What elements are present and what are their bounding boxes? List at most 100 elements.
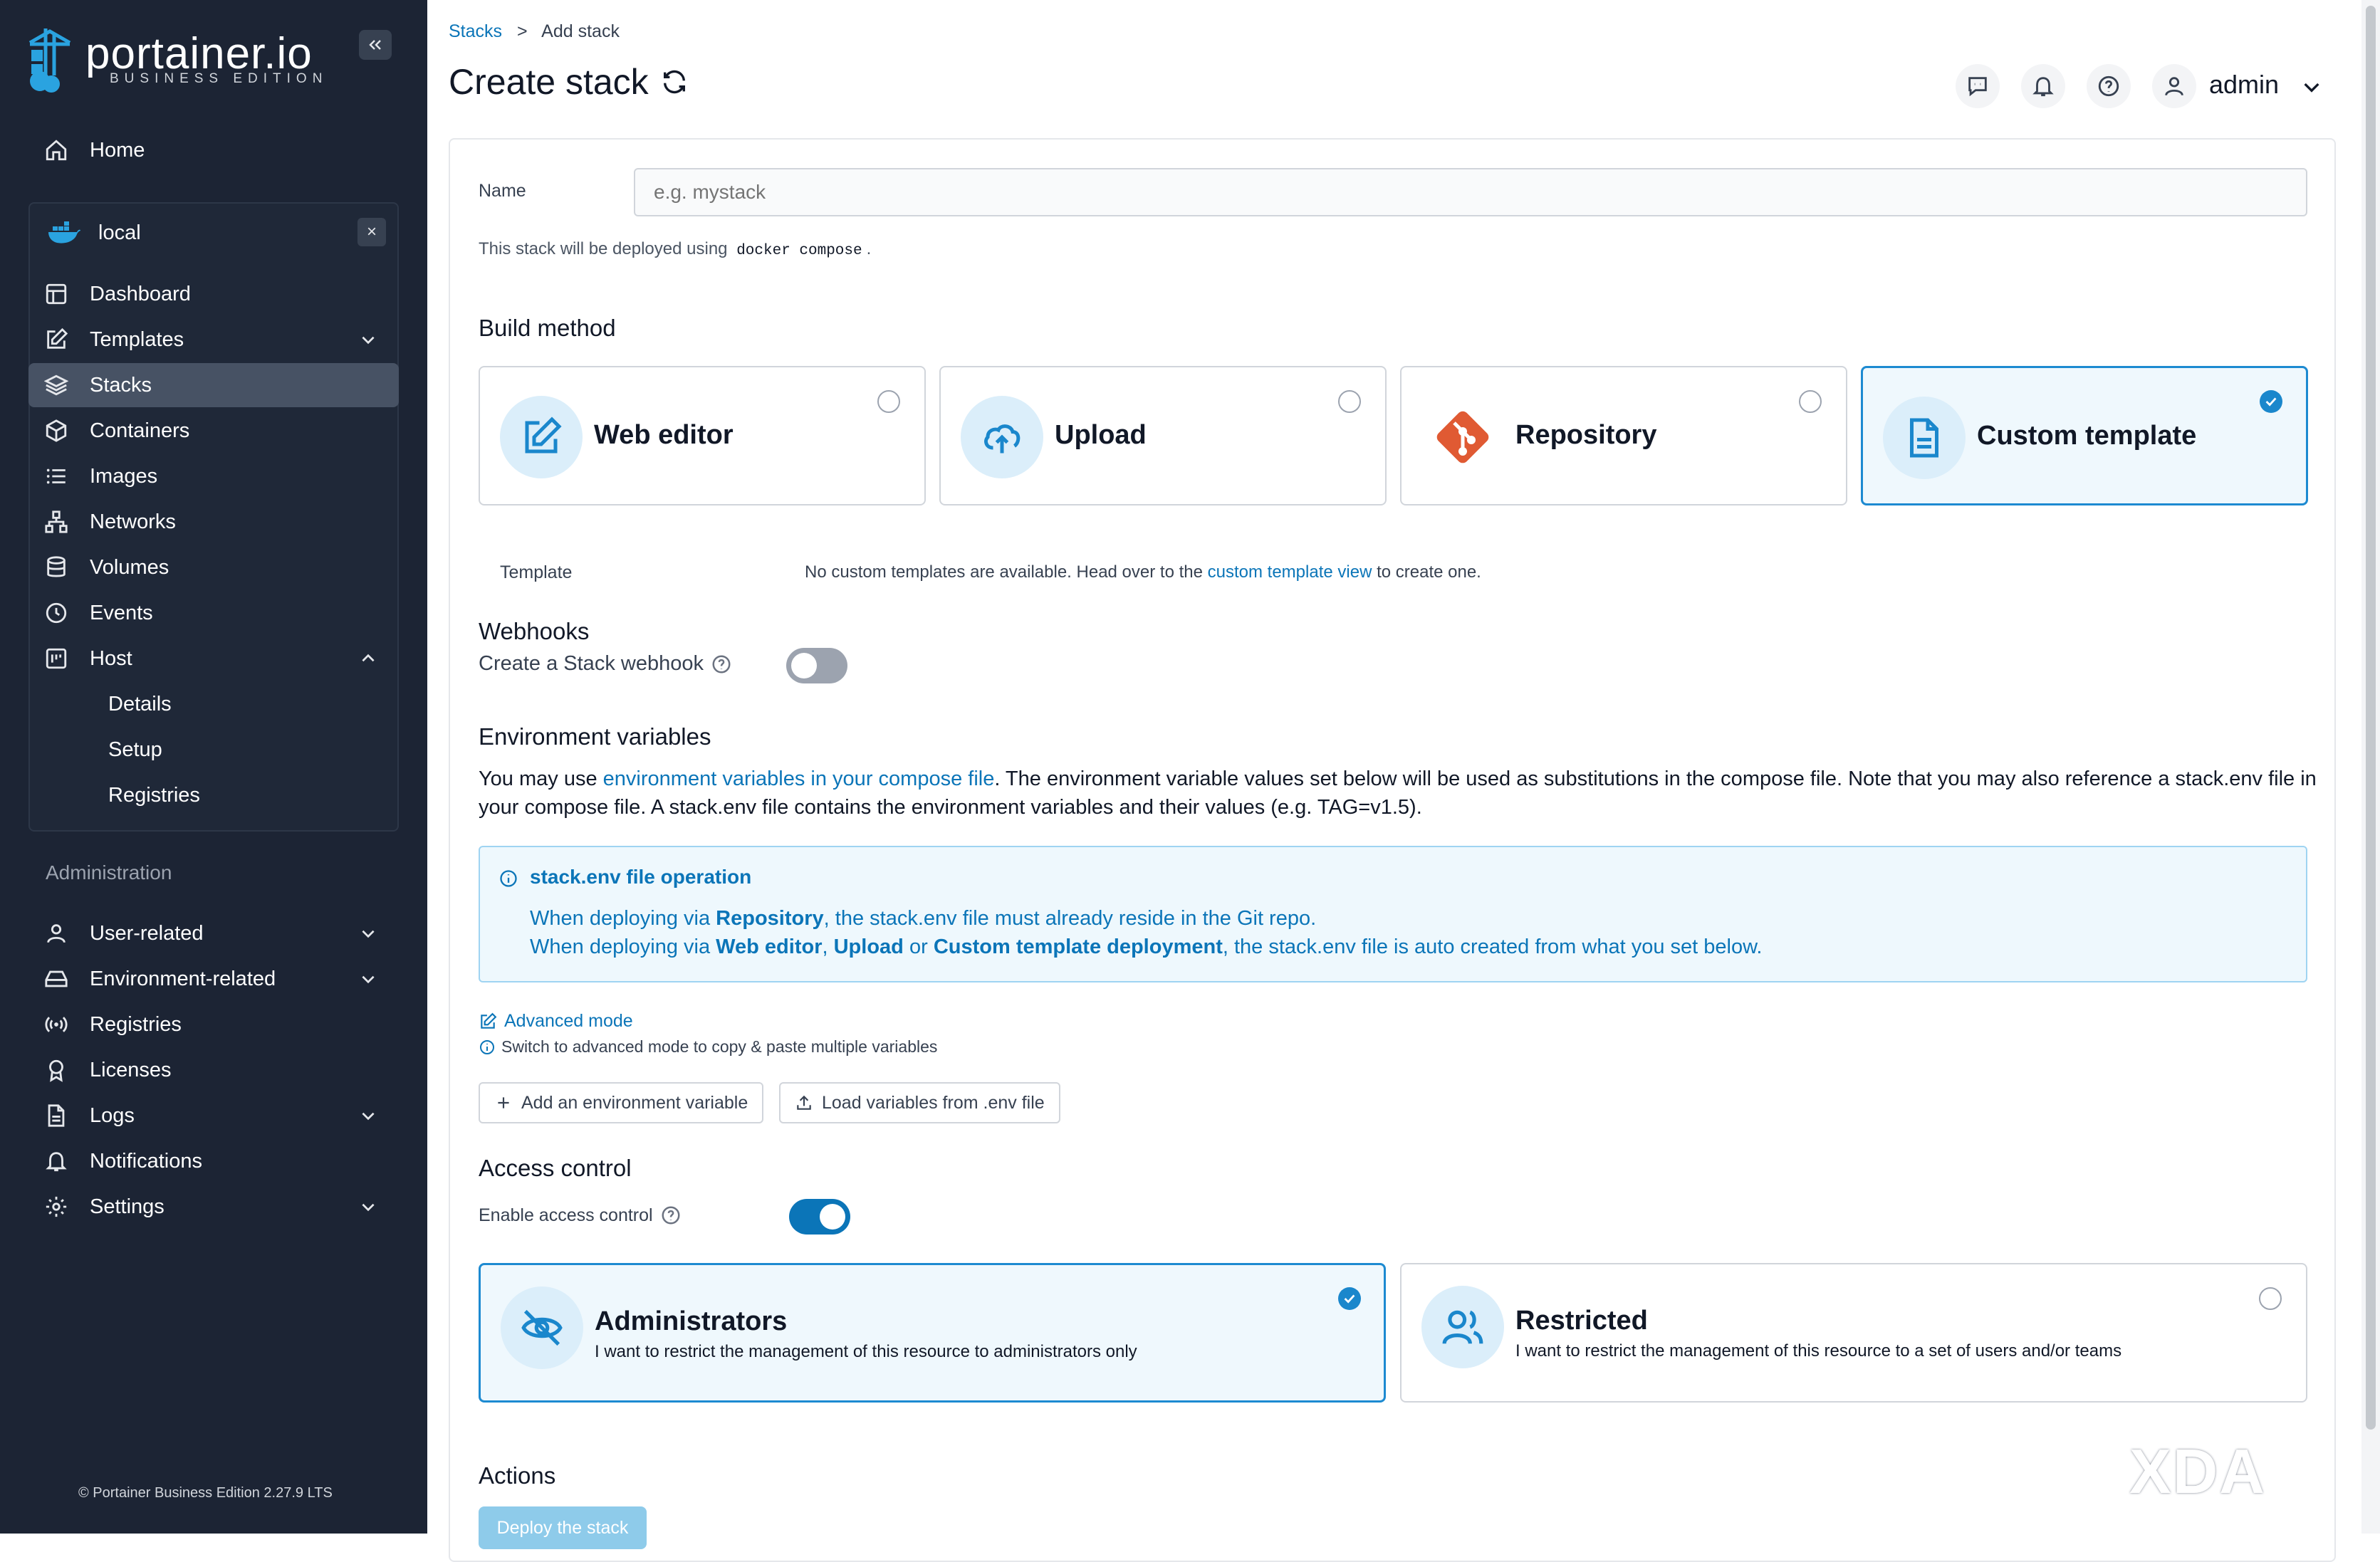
environment-close-button[interactable]: × xyxy=(357,218,386,246)
sidebar-item-registries[interactable]: Registries xyxy=(28,1002,399,1047)
add-env-variable-button[interactable]: Add an environment variable xyxy=(479,1082,764,1123)
env-variables-docs-link[interactable]: environment variables in your compose fi… xyxy=(603,767,995,790)
deploy-hint-period: . xyxy=(866,239,872,258)
breadcrumb-current: Add stack xyxy=(541,21,620,41)
build-method-repository[interactable]: Repository xyxy=(1400,366,1847,505)
build-method-upload[interactable]: Upload xyxy=(939,366,1387,505)
administration-title: Administration xyxy=(46,861,172,884)
database-icon xyxy=(47,556,66,577)
breadcrumb-separator: > xyxy=(516,21,528,41)
access-control-label: Enable access control xyxy=(479,1205,653,1225)
info-text: , the stack.env file is auto created fro… xyxy=(1222,935,1763,958)
clock-icon xyxy=(46,602,67,624)
sidebar-item-user-related[interactable]: User-related xyxy=(28,911,399,955)
build-method-label: Upload xyxy=(1055,420,1147,450)
load-env-file-button[interactable]: Load variables from .env file xyxy=(779,1082,1060,1123)
sidebar: portainer.io BUSINESS EDITION Home local… xyxy=(0,0,427,1534)
user-name[interactable]: admin xyxy=(2209,70,2279,100)
notifications-button[interactable] xyxy=(2021,64,2065,108)
cloud-upload-icon xyxy=(984,424,1021,454)
git-icon xyxy=(1436,411,1489,463)
sidebar-item-settings[interactable]: Settings xyxy=(28,1185,399,1229)
sidebar-item-label: Volumes xyxy=(90,555,169,579)
sidebar-item-label: Licenses xyxy=(90,1058,172,1081)
web-editor-icon-wrap xyxy=(500,396,583,478)
environment-header[interactable]: local × xyxy=(30,204,397,262)
name-label: Name xyxy=(479,181,526,201)
env-variables-description: You may use environment variables in you… xyxy=(479,765,2323,822)
repository-radio[interactable] xyxy=(1799,390,1822,413)
info-bold: Repository xyxy=(716,907,824,930)
dashboard-icon xyxy=(46,283,67,305)
sidebar-item-label: Logs xyxy=(90,1104,135,1127)
sidebar-subitem-registries[interactable]: Registries xyxy=(28,773,399,817)
portainer-logo[interactable]: portainer.io BUSINESS EDITION xyxy=(26,24,322,95)
sidebar-item-host[interactable]: Host xyxy=(28,636,399,681)
sidebar-item-images[interactable]: Images xyxy=(28,454,399,498)
info-text: , the stack.env file must already reside… xyxy=(823,907,1317,930)
page-title: Create stack xyxy=(449,62,649,102)
sidebar-item-label: Templates xyxy=(90,327,184,351)
help-icon[interactable] xyxy=(711,654,732,675)
upload-radio[interactable] xyxy=(1338,390,1361,413)
actions-title: Actions xyxy=(479,1462,556,1489)
restricted-radio[interactable] xyxy=(2259,1287,2282,1310)
sidebar-item-stacks[interactable]: Stacks xyxy=(28,363,399,407)
sidebar-item-environment-related[interactable]: Environment-related xyxy=(28,957,399,1001)
sidebar-item-notifications[interactable]: Notifications xyxy=(28,1139,399,1183)
sidebar-item-logs[interactable]: Logs xyxy=(28,1094,399,1138)
template-msg-text: No custom templates are available. Head … xyxy=(805,562,1203,582)
button-label: Load variables from .env file xyxy=(822,1092,1045,1113)
collapse-sidebar-button[interactable] xyxy=(359,30,392,60)
build-method-custom-template[interactable]: Custom template xyxy=(1861,366,2308,505)
sidebar-subitem-setup[interactable]: Setup xyxy=(28,728,399,772)
sidebar-item-licenses[interactable]: Licenses xyxy=(28,1048,399,1092)
network-icon xyxy=(45,510,68,533)
web-editor-radio[interactable] xyxy=(877,390,900,413)
sidebar-subitem-details[interactable]: Details xyxy=(28,682,399,726)
sidebar-item-label: Containers xyxy=(90,419,190,442)
info-line-2: When deploying via Web editor, Upload or… xyxy=(530,935,1763,959)
advanced-mode-label: Advanced mode xyxy=(504,1011,633,1031)
custom-template-radio[interactable] xyxy=(2260,390,2282,413)
plus-icon xyxy=(498,1097,509,1108)
advanced-mode-link[interactable]: Advanced mode xyxy=(479,1011,633,1032)
access-control-title: Access control xyxy=(479,1155,632,1181)
sidebar-item-dashboard[interactable]: Dashboard xyxy=(28,272,399,316)
access-control-toggle[interactable] xyxy=(789,1199,850,1235)
access-option-administrators[interactable]: Administrators I want to restrict the ma… xyxy=(479,1263,1386,1403)
custom-template-view-link[interactable]: custom template view xyxy=(1208,562,1372,582)
access-option-restricted[interactable]: Restricted I want to restrict the manage… xyxy=(1400,1263,2307,1403)
edit-icon xyxy=(47,327,68,349)
environment-name: local xyxy=(98,221,141,244)
info-icon xyxy=(480,1039,494,1054)
help-icon[interactable] xyxy=(660,1205,682,1226)
access-option-desc: I want to restrict the management of thi… xyxy=(1515,1341,2122,1361)
button-label: Add an environment variable xyxy=(521,1092,748,1113)
breadcrumb-stacks-link[interactable]: Stacks xyxy=(449,21,502,41)
build-method-web-editor[interactable]: Web editor xyxy=(479,366,926,505)
deploy-hint-text: This stack will be deployed using xyxy=(479,239,728,258)
sidebar-item-label: Settings xyxy=(90,1195,165,1218)
sidebar-item-networks[interactable]: Networks xyxy=(28,500,399,544)
help-button[interactable] xyxy=(2087,64,2131,108)
deploy-stack-button[interactable]: Deploy the stack xyxy=(479,1506,647,1549)
sidebar-item-home[interactable]: Home xyxy=(28,128,399,172)
refresh-icon[interactable] xyxy=(660,68,689,96)
scrollbar-thumb[interactable] xyxy=(2366,6,2376,1430)
user-avatar[interactable] xyxy=(2152,64,2196,108)
bell-icon xyxy=(2032,77,2054,97)
stack-name-input[interactable] xyxy=(634,168,2307,216)
sidebar-item-templates[interactable]: Templates xyxy=(28,318,399,362)
radio-icon xyxy=(45,1017,68,1032)
chevron-down-icon[interactable] xyxy=(2300,75,2323,98)
sidebar-item-events[interactable]: Events xyxy=(28,591,399,635)
administrators-radio[interactable] xyxy=(1338,1287,1361,1310)
sidebar-item-volumes[interactable]: Volumes xyxy=(28,545,399,589)
webhook-toggle[interactable] xyxy=(786,648,847,683)
sidebar-item-containers[interactable]: Containers xyxy=(28,409,399,453)
scrollbar[interactable] xyxy=(2361,0,2380,1534)
feedback-button[interactable] xyxy=(1956,64,2000,108)
logo-subtitle: BUSINESS EDITION xyxy=(110,71,328,86)
sidebar-item-label: Registries xyxy=(90,1012,182,1036)
